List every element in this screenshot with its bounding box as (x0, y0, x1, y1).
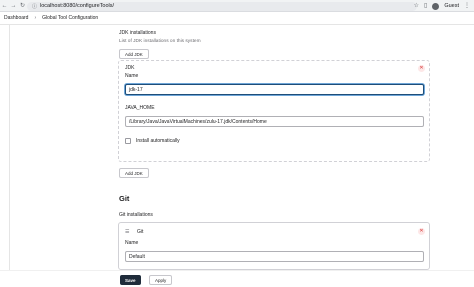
bottom-action-bar: Save Apply (0, 270, 474, 287)
jdk-card-title: JDK (125, 65, 135, 71)
jdk-name-input[interactable]: jdk-17 (125, 84, 424, 95)
breadcrumb: Dashboard › Global Tool Configuration (0, 12, 474, 25)
java-home-input[interactable]: /Library/Java/JavaVirtualMachines/zulu-1… (125, 116, 424, 127)
git-name-label: Name (125, 240, 139, 246)
remove-jdk-close-icon[interactable]: ✕ (418, 65, 425, 72)
git-installation-card: ☰ Git ✕ Name Default (118, 222, 430, 270)
remove-git-close-icon[interactable]: ✕ (418, 228, 425, 235)
profile-label[interactable]: Guest (444, 3, 459, 9)
install-automatically-label[interactable]: Install automatically (136, 138, 180, 144)
back-icon[interactable]: ← (0, 1, 9, 11)
jdk-installation-card: JDK ✕ Name jdk-17 JAVA_HOME /Library/Jav… (118, 60, 430, 162)
java-home-label: JAVA_HOME (125, 105, 155, 111)
jdk-name-label: Name (125, 73, 139, 79)
sidepanel-icon[interactable]: ▯ (424, 0, 427, 12)
address-bar[interactable]: ⓘ localhost:8080/configureTools/ (27, 1, 417, 11)
git-heading: Git (119, 194, 130, 203)
menu-icon[interactable]: ⋮ (464, 0, 470, 12)
add-jdk-button-bottom[interactable]: Add JDK (119, 168, 149, 178)
bookmark-star-icon[interactable]: ☆ (414, 0, 419, 12)
breadcrumb-global-tool-configuration[interactable]: Global Tool Configuration (42, 15, 98, 21)
reload-icon[interactable]: ↻ (18, 1, 27, 11)
breadcrumb-dashboard[interactable]: Dashboard (4, 15, 28, 21)
forward-icon[interactable]: → (9, 1, 18, 11)
jdk-installations-title: JDK installations (119, 30, 156, 36)
git-installations-title: Git installations (119, 212, 153, 218)
apply-button[interactable]: Apply (149, 275, 173, 285)
profile-avatar[interactable] (432, 2, 440, 10)
add-jdk-button-top[interactable]: Add JDK (119, 49, 149, 59)
git-card-title: Git (137, 229, 144, 235)
side-divider (9, 25, 10, 287)
save-button[interactable]: Save (120, 275, 141, 285)
drag-handle-icon[interactable]: ☰ (125, 229, 129, 235)
install-automatically-checkbox[interactable] (125, 138, 131, 144)
url-text: localhost:8080/configureTools/ (40, 3, 115, 9)
git-name-input[interactable]: Default (125, 251, 424, 262)
breadcrumb-separator-icon: › (34, 15, 37, 21)
site-info-icon[interactable]: ⓘ (32, 3, 37, 10)
browser-toolbar: ← → ↻ ⓘ localhost:8080/configureTools/ ☆… (0, 0, 474, 12)
jdk-installations-description: List of JDK installations on this system (119, 39, 201, 44)
